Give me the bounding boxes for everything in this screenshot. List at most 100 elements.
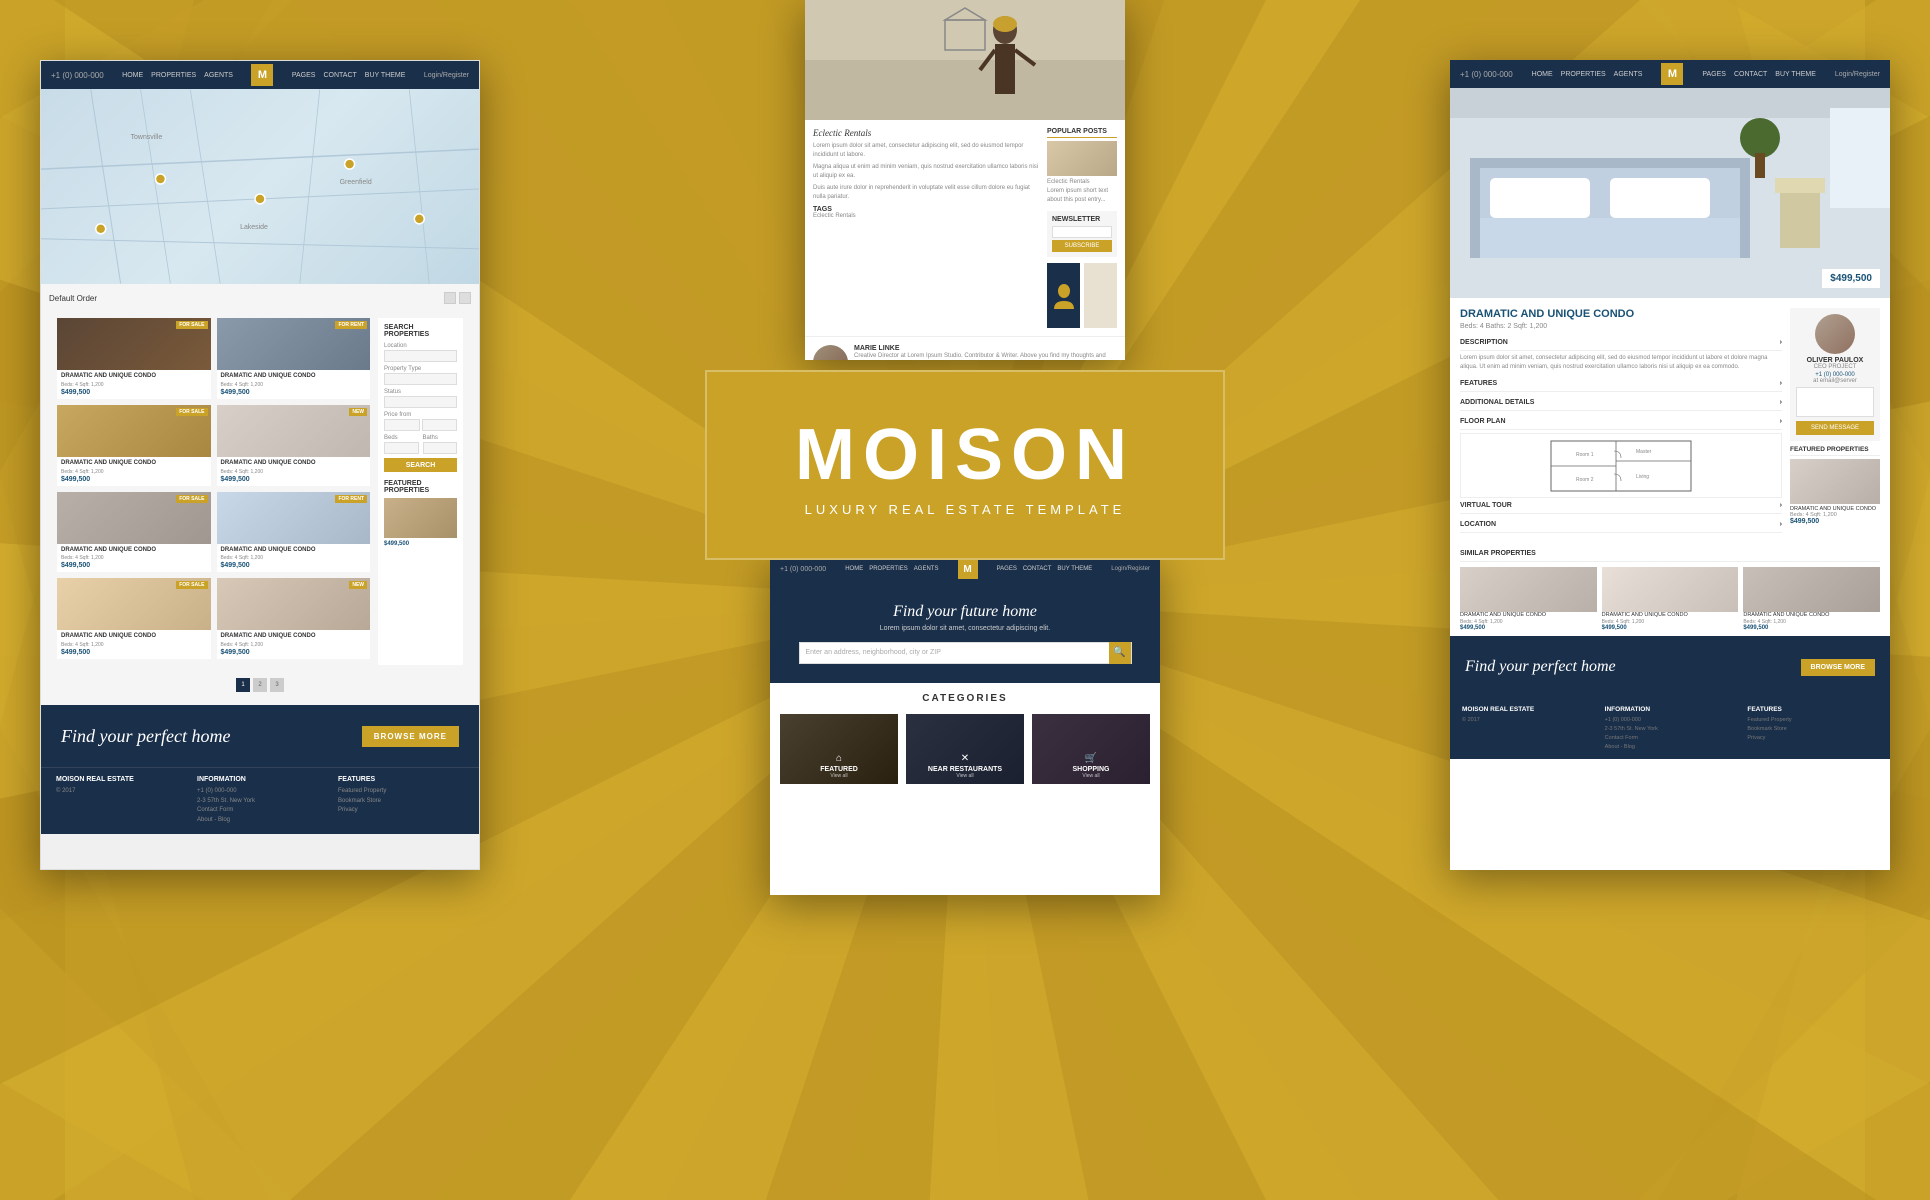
blog-text-3: Duis aute irure dolor in reprehenderit i… [813,184,1039,202]
cb-logo[interactable]: M [958,559,978,579]
location-section[interactable]: LOCATION [1460,517,1782,533]
svg-text:Greenfield: Greenfield [340,179,372,186]
search-button[interactable]: SEARCH [384,458,457,472]
search-panel: SEARCH PROPERTIES Location Property Type… [378,318,463,665]
prop-info: DRAMATIC AND UNIQUE CONDO Beds: 4 Sqft: … [217,457,371,486]
message-input[interactable] [1796,387,1874,417]
status-input[interactable] [384,396,457,408]
send-message-btn[interactable]: SEND MESSAGE [1796,421,1874,435]
nav-pages[interactable]: PAGES [292,72,316,79]
blog-post-title: Eclectic Rentals [813,128,1039,138]
additional-section[interactable]: ADDITIONAL DETAILS [1460,395,1782,411]
fork-icon: ✕ [906,753,1024,764]
similar-prop-2[interactable]: Dramatic and Unique Condo Beds: 4 Sqft: … [1602,567,1739,631]
rp-cta-text: Find your perfect home [1465,658,1616,676]
rnav-pages[interactable]: PAGES [1702,71,1726,78]
left-register[interactable]: Login/Register [424,72,469,79]
rp-cta-button[interactable]: BROWSE MORE [1801,659,1875,676]
cta-button[interactable]: BROWSE MORE [362,726,459,747]
sidebar-dark-box-area [1047,263,1117,328]
blog-dark-featured [1047,263,1080,328]
cb-nav-pages[interactable]: PAGES [997,566,1017,572]
nav-home[interactable]: HOME [122,72,143,79]
rnav-contact[interactable]: CONTACT [1734,71,1767,78]
grid-view-icon[interactable] [444,292,456,304]
nav-properties[interactable]: PROPERTIES [151,72,196,79]
category-restaurants[interactable]: ✕ NEAR RESTAURANTS View all [906,714,1024,784]
property-card[interactable]: NEW DRAMATIC AND UNIQUE CONDO Beds: 4 Sq… [217,578,371,659]
property-card[interactable]: FOR SALE DRAMATIC AND UNIQUE CONDO Beds:… [57,318,211,399]
property-card[interactable]: FOR RENT DRAMATIC AND UNIQUE CONDO Beds:… [217,492,371,573]
page-3[interactable]: 3 [270,678,284,692]
right-register[interactable]: Login/Register [1835,71,1880,78]
property-card[interactable]: FOR SALE DRAMATIC AND UNIQUE CONDO Beds:… [57,492,211,573]
property-image: NEW [217,578,371,630]
search-icon[interactable]: 🔍 [1109,642,1131,664]
property-card[interactable]: FOR SALE DRAMATIC AND UNIQUE CONDO Beds:… [57,405,211,486]
cb-nav-buy[interactable]: BUY THEME [1057,566,1092,572]
property-card[interactable]: FOR SALE DRAMATIC AND UNIQUE CONDO Beds:… [57,578,211,659]
cb-search-bar[interactable]: Enter an address, neighborhood, city or … [799,642,1132,664]
description-section[interactable]: DESCRIPTION [1460,335,1782,351]
svg-text:Lakeside: Lakeside [240,224,268,231]
beds-input[interactable] [384,442,419,454]
cb-nav-home[interactable]: HOME [845,566,863,572]
footer-col-1-text: © 2017 [56,787,182,797]
newsletter-title: NEWSLETTER [1052,216,1112,223]
list-view-icon[interactable] [459,292,471,304]
prop-price: $499,500 [221,476,367,483]
property-meta: Beds: 4 Baths: 2 Sqft: 1,200 [1460,323,1782,330]
agent-card: OLIVER PAULOX CEO PROJECT +1 (0) 000-000… [1790,308,1880,441]
price-from-input[interactable] [384,419,420,431]
cb-nav-contact[interactable]: CONTACT [1023,566,1052,572]
property-price-badge: $499,500 [1822,269,1880,288]
blog-hero-image [805,0,1125,120]
cta-bar: Find your perfect home BROWSE MORE [41,705,479,767]
newsletter-email-input[interactable] [1052,226,1112,238]
props-order[interactable]: Default Order [49,294,97,303]
agent-photo [1815,314,1855,354]
property-card[interactable]: NEW DRAMATIC AND UNIQUE CONDO Beds: 4 Sq… [217,405,371,486]
left-nav-links: HOME PROPERTIES AGENTS [122,72,233,79]
left-logo[interactable]: M [251,64,273,86]
similar-prop-image-1 [1460,567,1597,612]
similar-prop-3[interactable]: Dramatic and Unique Condo Beds: 4 Sqft: … [1743,567,1880,631]
props-row: FOR SALE DRAMATIC AND UNIQUE CONDO Beds:… [57,492,370,573]
nav-contact[interactable]: CONTACT [323,72,356,79]
location-input[interactable] [384,350,457,362]
svg-text:Room 1: Room 1 [1576,452,1594,458]
property-type-field: Property Type [384,366,457,385]
blog-content: Eclectic Rentals Lorem ipsum dolor sit a… [805,120,1125,336]
blog-text-1: Lorem ipsum dolor sit amet, consectetur … [813,142,1039,160]
baths-input[interactable] [423,442,458,454]
page-1[interactable]: 1 [236,678,250,692]
blog-main: Eclectic Rentals Lorem ipsum dolor sit a… [813,128,1039,328]
rnav-home[interactable]: HOME [1532,71,1553,78]
similar-prop-name-1: Dramatic and Unique Condo [1460,612,1597,619]
price-to-input[interactable] [422,419,458,431]
cb-register[interactable]: Login/Register [1111,566,1150,572]
cb-nav-properties[interactable]: PROPERTIES [869,566,908,572]
rnav-properties[interactable]: PROPERTIES [1561,71,1606,78]
property-type-input[interactable] [384,373,457,385]
page-2[interactable]: 2 [253,678,267,692]
virtual-tour-section[interactable]: VIRTUAL TOUR [1460,498,1782,514]
property-hero-image [1450,88,1890,298]
rnav-agents[interactable]: AGENTS [1614,71,1643,78]
features-section[interactable]: FEATURES [1460,376,1782,392]
property-card[interactable]: FOR RENT DRAMATIC AND UNIQUE CONDO Beds:… [217,318,371,399]
cb-nav-agents[interactable]: AGENTS [914,566,939,572]
nav-agents[interactable]: AGENTS [204,72,233,79]
status-field: Status [384,389,457,408]
category-shopping[interactable]: 🛒 SHOPPING View all [1032,714,1150,784]
category-featured[interactable]: ⌂ FEATURED View all [780,714,898,784]
similar-prop-1[interactable]: Dramatic and Unique Condo Beds: 4 Sqft: … [1460,567,1597,631]
right-logo[interactable]: M [1661,63,1683,85]
baths-label: Baths [423,435,458,441]
rnav-buy[interactable]: BUY THEME [1775,71,1816,78]
cat-name-3: SHOPPING [1032,766,1150,773]
newsletter-subscribe-btn[interactable]: SUBSCRIBE [1052,240,1112,252]
nav-buy[interactable]: BUY THEME [365,72,406,79]
footer: MOISON REAL ESTATE © 2017 INFORMATION +1… [41,767,479,833]
floor-plan-section[interactable]: FLOOR PLAN [1460,414,1782,430]
